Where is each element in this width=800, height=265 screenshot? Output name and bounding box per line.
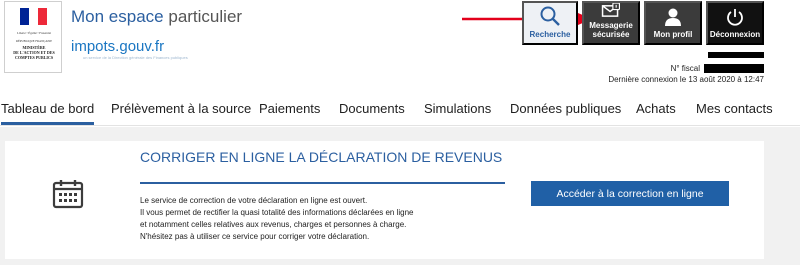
power-icon xyxy=(727,9,743,26)
nav-item-achats[interactable]: Achats xyxy=(636,101,676,116)
nav-item-tableau-de-bord[interactable]: Tableau de bord xyxy=(1,101,95,125)
profile-button-label: Mon profil xyxy=(653,30,693,39)
search-button[interactable]: Recherche xyxy=(522,1,578,45)
nav-item-donnees-publiques[interactable]: Données publiques xyxy=(510,101,621,116)
search-icon xyxy=(540,6,560,26)
nav-item-mes-contacts[interactable]: Mes contacts xyxy=(696,101,773,116)
envelope-icon xyxy=(601,3,620,17)
card-title: CORRIGER EN LIGNE LA DÉCLARATION DE REVE… xyxy=(140,149,503,165)
nav-item-documents[interactable]: Documents xyxy=(339,101,405,116)
nav-item-paiements[interactable]: Paiements xyxy=(259,101,320,116)
site-title-light: particulier xyxy=(168,7,243,26)
republique-francaise-logo[interactable]: Liberté • Égalité • Fraternité RÉPUBLIQU… xyxy=(4,1,62,73)
card-description: Le service de correction de votre déclar… xyxy=(140,195,510,243)
card-text-line: Il vous permet de rectifier la quasi tot… xyxy=(140,208,414,217)
secure-mail-button-label: Messagerie sécurisée xyxy=(589,21,633,39)
impots-logo[interactable]: impots.gouv.fr xyxy=(71,38,164,55)
logout-button[interactable]: Déconnexion xyxy=(706,1,764,45)
card-text-line: et notamment celles relatives aux revenu… xyxy=(140,220,407,229)
redacted-name xyxy=(708,52,764,58)
user-icon xyxy=(665,8,681,26)
correction-card: CORRIGER EN LIGNE LA DÉCLARATION DE REVE… xyxy=(5,141,764,259)
card-title-divider xyxy=(140,182,505,184)
fiscal-number-label: N° fiscal xyxy=(670,64,700,73)
marianne-flag-icon xyxy=(20,8,47,25)
secure-mail-button[interactable]: Messagerie sécurisée xyxy=(582,1,640,45)
profile-button[interactable]: Mon profil xyxy=(644,1,702,45)
card-text-line: N'hésitez pas à utiliser ce service pour… xyxy=(140,232,370,241)
site-title-main: Mon espace xyxy=(71,7,164,26)
republic-motto: Liberté • Égalité • Fraternité xyxy=(17,31,51,35)
page: Liberté • Égalité • Fraternité RÉPUBLIQU… xyxy=(0,0,800,265)
nav-item-prelevement[interactable]: Prélèvement à la source xyxy=(111,101,251,116)
search-button-label: Recherche xyxy=(529,30,571,39)
calendar-icon xyxy=(52,180,84,209)
main-nav: Tableau de bord Prélèvement à la source … xyxy=(0,98,800,126)
impots-tagline: un service de la Direction générale des … xyxy=(83,55,188,60)
card-text-line: Le service de correction de votre déclar… xyxy=(140,196,368,205)
access-correction-button[interactable]: Accéder à la correction en ligne xyxy=(531,181,729,206)
logout-button-label: Déconnexion xyxy=(709,30,761,39)
last-login-text: Dernière connexion le 13 août 2020 à 12:… xyxy=(608,75,764,84)
fiscal-number-row: N° fiscal xyxy=(671,64,764,73)
ministry-name: MINISTÈRE DE L'ACTION ET DES COMPTES PUB… xyxy=(13,45,55,60)
republic-name: RÉPUBLIQUE FRANÇAISE xyxy=(15,39,53,43)
redacted-fiscal-number xyxy=(704,64,764,73)
site-title[interactable]: Mon espace particulier xyxy=(71,7,242,27)
nav-item-simulations[interactable]: Simulations xyxy=(424,101,491,116)
